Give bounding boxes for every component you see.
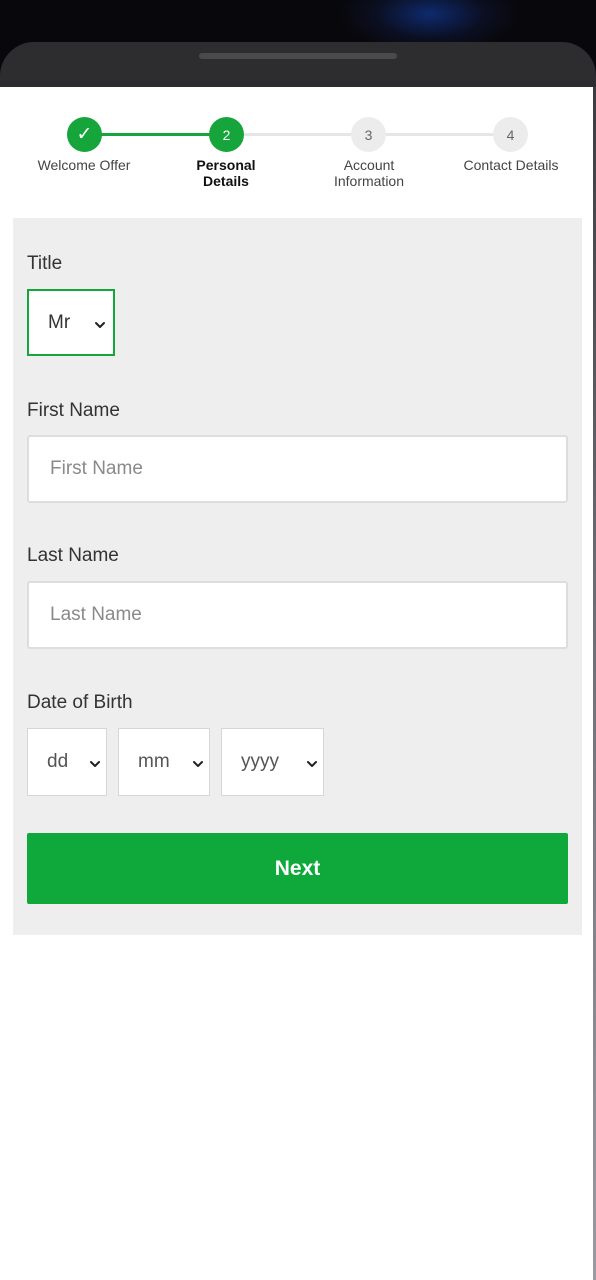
step-1-circle: ✓ [67,117,102,152]
step-connector-2 [226,133,368,136]
step-connector-1 [84,133,226,136]
dob-day-select[interactable]: dd [27,728,107,796]
step-4-circle: 4 [493,117,528,152]
dob-month-value: mm [138,751,170,772]
chevron-down-icon [95,321,105,328]
dob-year-value: yyyy [241,751,279,772]
dob-day-value: dd [47,751,69,772]
progress-stepper: ✓ 2 3 4 Welcome Offer Personal Details A… [0,115,596,195]
dob-month-select[interactable]: mm [118,728,210,796]
checkmark-icon: ✓ [76,124,93,145]
bottom-sheet-header[interactable] [0,42,596,88]
step-connector-3 [368,133,511,136]
first-name-label: First Name [27,400,120,421]
step-2-label: Personal Details [196,157,256,189]
drag-handle[interactable] [199,53,397,59]
step-3-number: 3 [364,126,373,143]
chevron-down-icon [193,761,203,767]
first-name-input[interactable]: First Name [27,435,568,503]
last-name-placeholder: Last Name [50,604,142,625]
next-button[interactable]: Next [27,833,568,904]
step-2-circle: 2 [209,117,244,152]
last-name-label: Last Name [27,545,119,566]
step-2-number: 2 [222,126,231,143]
title-select-value: Mr [48,311,71,333]
personal-details-form: Title Mr First Name First Name Last Name… [13,218,582,935]
last-name-input[interactable]: Last Name [27,581,568,649]
dob-year-select[interactable]: yyyy [221,728,324,796]
date-of-birth-label: Date of Birth [27,692,133,713]
chevron-down-icon [90,761,100,767]
step-4-number: 4 [506,126,515,143]
step-1-label: Welcome Offer [37,157,131,173]
title-label: Title [27,253,63,274]
step-3-label: Account Information [333,157,405,189]
chevron-down-icon [307,761,317,767]
step-4-label: Contact Details [463,157,559,173]
first-name-placeholder: First Name [50,458,143,479]
step-3-circle: 3 [351,117,386,152]
title-select[interactable]: Mr [27,289,115,356]
